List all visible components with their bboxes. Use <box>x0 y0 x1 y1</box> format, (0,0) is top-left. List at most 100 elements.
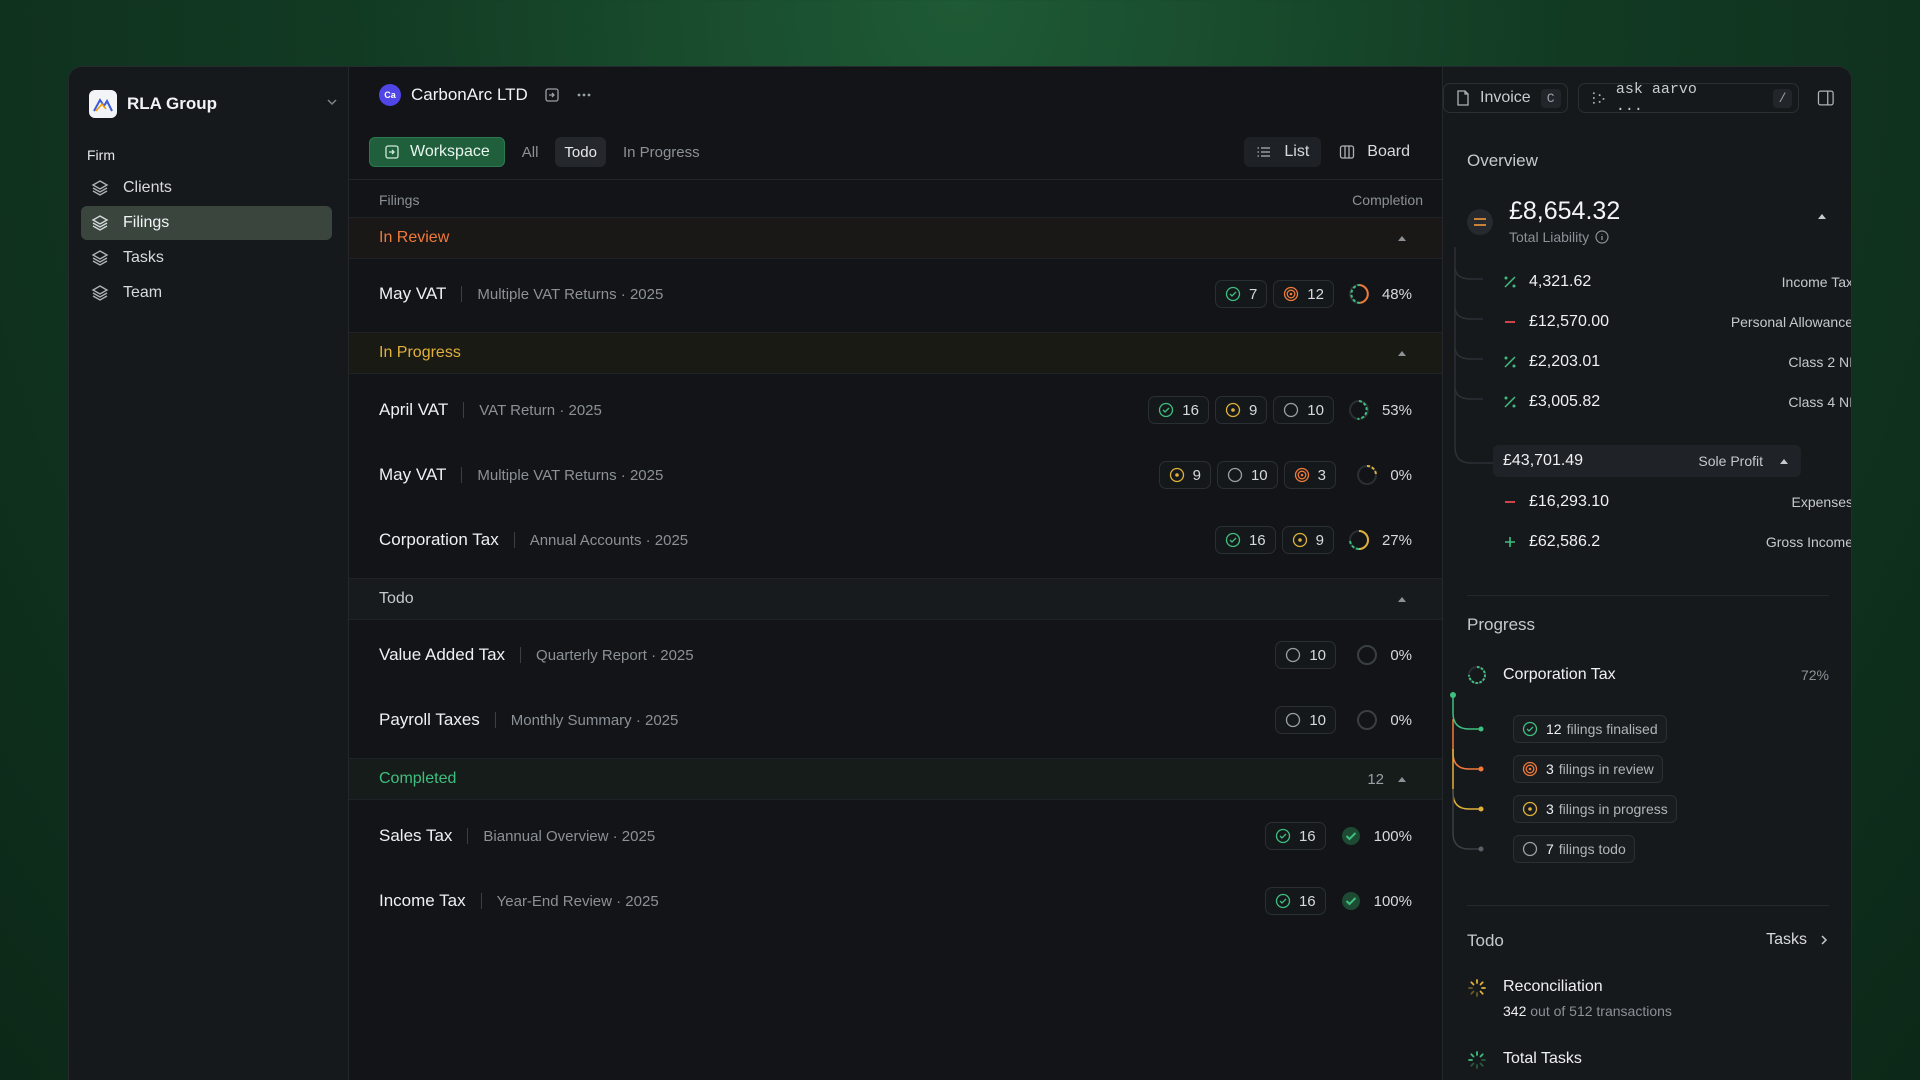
filing-row[interactable]: Income Tax Year-End Review · 2025 16 100… <box>349 871 1442 931</box>
filing-row[interactable]: May VAT Multiple VAT Returns · 2025 9 10… <box>349 445 1442 505</box>
review-count-badge: 12 <box>1273 280 1334 308</box>
tasks-link[interactable]: Tasks <box>1766 931 1829 949</box>
filing-row[interactable]: Value Added Tax Quarterly Report · 2025 … <box>349 625 1442 685</box>
board-icon <box>1340 145 1355 159</box>
circle-icon <box>1227 467 1243 483</box>
tab-workspace[interactable]: Workspace <box>369 137 505 167</box>
filing-title: May VAT <box>379 465 447 484</box>
tab-all[interactable]: All <box>513 137 548 167</box>
done-count-badge: 7 <box>1214 280 1268 308</box>
invoice-label: Invoice <box>1480 89 1531 106</box>
divider <box>1467 905 1829 906</box>
todo-count-badge: 10 <box>1216 461 1278 489</box>
circle-icon <box>1286 647 1301 663</box>
sole-label: Sole Profit <box>1698 453 1763 469</box>
sidebar-item-team[interactable]: Team <box>81 276 332 310</box>
invoice-button[interactable]: Invoice C <box>1443 83 1568 113</box>
chip-text: filings in progress <box>1558 801 1668 817</box>
percent-icon <box>1504 396 1516 408</box>
sole-profit-row[interactable]: £43,701.49 Sole Profit <box>1493 445 1801 477</box>
completion-pct: 0% <box>1390 466 1412 484</box>
liability-line: £3,005.82 Class 4 NI <box>1503 387 1851 417</box>
completion: 53% <box>1348 399 1412 421</box>
done-count-badge: 16 <box>1148 396 1209 424</box>
row-stats: 16 9 10 53% <box>1142 396 1412 424</box>
filing-subtitle: VAT Return · 2025 <box>479 401 602 419</box>
divider <box>461 286 463 302</box>
total-liability[interactable]: £8,654.32 Total Liability <box>1467 197 1827 249</box>
done-count-badge: 16 <box>1264 887 1326 915</box>
sidebar-item-clients[interactable]: Clients <box>81 171 332 205</box>
target-icon <box>1284 286 1299 302</box>
group-completed[interactable]: Completed 12 <box>349 758 1442 800</box>
caret-up-icon[interactable] <box>1397 774 1407 784</box>
caret-up-icon[interactable] <box>1817 211 1827 221</box>
completion-pct: 100% <box>1373 892 1412 910</box>
filing-row[interactable]: Sales Tax Biannual Overview · 2025 16 10… <box>349 806 1442 866</box>
ask-input[interactable]: ask aarvo ... / <box>1577 81 1800 115</box>
document-icon <box>1457 90 1469 106</box>
caret-up-icon[interactable] <box>1779 456 1789 466</box>
filing-row[interactable]: Corporation Tax Annual Accounts · 2025 1… <box>349 510 1442 570</box>
filings-todo-chip[interactable]: 7 filings todo <box>1513 835 1635 863</box>
group-label: In Progress <box>379 344 461 361</box>
todo-item-reconciliation[interactable]: Reconciliation 342 out of 512 transactio… <box>1467 978 1829 1028</box>
filing-subtitle: Multiple VAT Returns · 2025 <box>477 466 664 484</box>
count: 12 <box>1307 285 1324 303</box>
more-icon[interactable] <box>576 87 592 103</box>
filing-title: Income Tax <box>379 891 466 910</box>
completion: 100% <box>1340 890 1412 912</box>
open-icon[interactable] <box>544 87 560 103</box>
client-avatar: Ca <box>379 84 401 106</box>
client-name[interactable]: CarbonArc LTD <box>411 85 528 105</box>
complete-check-icon <box>1341 827 1360 845</box>
review-count-badge: 3 <box>1283 461 1336 489</box>
sidebar-item-label: Tasks <box>123 249 164 266</box>
sidebar-item-filings[interactable]: Filings <box>81 206 332 240</box>
sidebar-toggle-icon[interactable] <box>1817 89 1835 107</box>
caret-up-icon[interactable] <box>1397 348 1407 358</box>
plus-icon <box>1505 537 1515 547</box>
progress-ring-icon <box>1348 400 1369 420</box>
view-board-button[interactable]: Board <box>1327 137 1422 167</box>
sidebar-item-label: Filings <box>123 214 170 231</box>
view-list-button[interactable]: List <box>1244 137 1322 167</box>
filings-finalised-chip[interactable]: 12 filings finalised <box>1513 715 1667 743</box>
todo-item-title: Total Tasks <box>1503 1050 1582 1067</box>
sparkle-icon <box>1592 92 1604 104</box>
group-todo[interactable]: Todo <box>349 578 1442 620</box>
caret-up-icon[interactable] <box>1397 594 1407 604</box>
info-icon[interactable] <box>1595 230 1609 244</box>
filing-row[interactable]: April VAT VAT Return · 2025 16 9 10 53% <box>349 380 1442 440</box>
tab-in-progress[interactable]: In Progress <box>614 137 709 167</box>
chip-count: 3 <box>1546 801 1554 817</box>
filing-row[interactable]: Payroll Taxes Monthly Summary · 2025 10 … <box>349 690 1442 750</box>
liability-line: 4,321.62 Income Tax <box>1503 267 1851 297</box>
filings-in-progress-chip[interactable]: 3 filings in progress <box>1513 795 1677 823</box>
col-completion: Completion <box>1352 191 1423 208</box>
caret-up-icon[interactable] <box>1397 233 1407 243</box>
client-header: Ca CarbonArc LTD <box>379 82 592 108</box>
progress-item[interactable]: Corporation Tax 72% <box>1467 663 1829 687</box>
section-label: Firm <box>87 147 115 163</box>
completion-pct: 0% <box>1390 646 1412 664</box>
filings-in-review-chip[interactable]: 3 filings in review <box>1513 755 1663 783</box>
line-amount: £12,570.00 <box>1529 313 1610 330</box>
org-switcher[interactable]: RLA Group <box>89 87 339 121</box>
line-amount: £16,293.10 <box>1529 493 1610 510</box>
todo-panel-title: Todo <box>1467 931 1504 950</box>
group-in-progress[interactable]: In Progress <box>349 332 1442 374</box>
sidebar: RLA Group Firm Clients Filings Tasks Tea… <box>69 67 348 1080</box>
filing-row[interactable]: May VAT Multiple VAT Returns · 2025 7 12… <box>349 264 1442 324</box>
completion: 48% <box>1348 283 1412 305</box>
count: 16 <box>1298 827 1316 845</box>
group-in-review[interactable]: In Review <box>349 217 1442 259</box>
progress-ring-icon <box>1468 666 1486 684</box>
progress-item-pct: 72% <box>1800 667 1829 683</box>
circle-icon <box>1284 402 1299 418</box>
tab-todo[interactable]: Todo <box>555 137 606 167</box>
todo-item-total-tasks[interactable]: Total Tasks <box>1467 1050 1829 1080</box>
sidebar-item-tasks[interactable]: Tasks <box>81 241 332 275</box>
line-amount: £3,005.82 <box>1529 393 1601 410</box>
line-label: Gross Income <box>1765 534 1852 550</box>
